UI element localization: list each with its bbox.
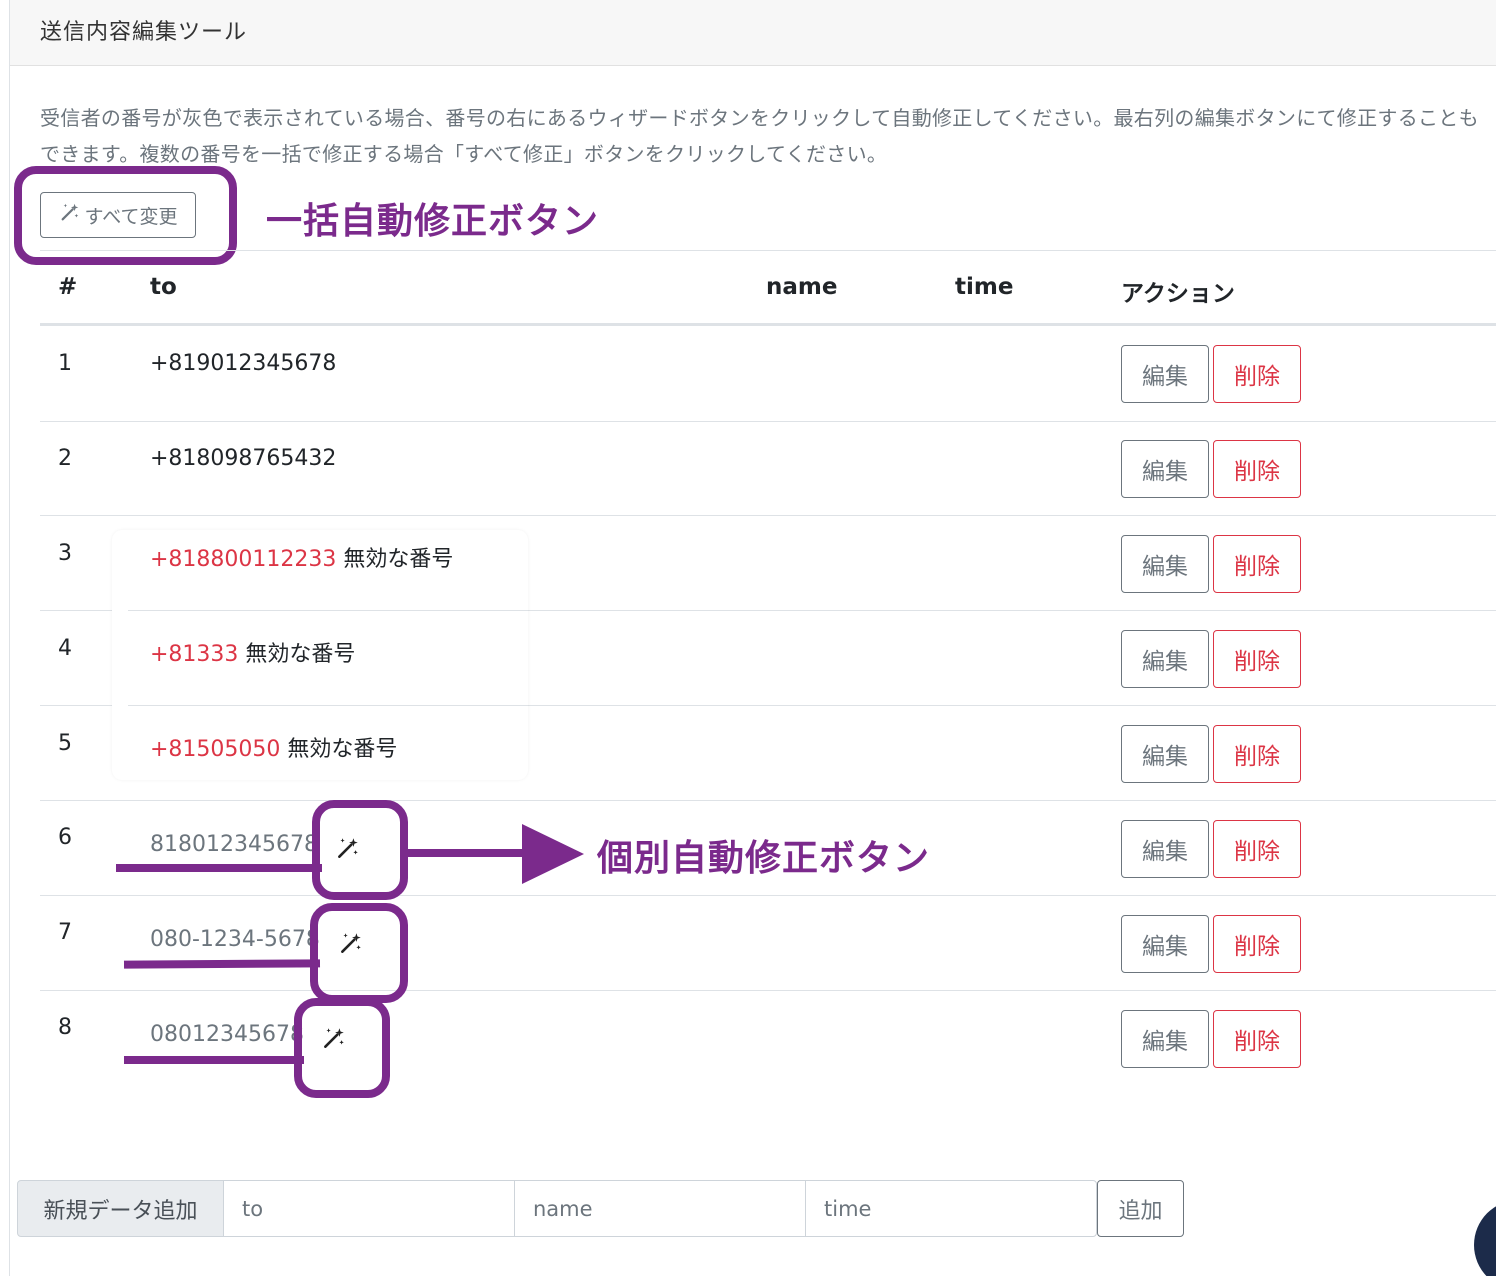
edit-button[interactable]: 編集 bbox=[1121, 440, 1209, 498]
row-number: 2 bbox=[58, 446, 72, 471]
popover-divider bbox=[128, 610, 528, 611]
table-header-border bbox=[40, 323, 1496, 326]
row-number: 8 bbox=[58, 1015, 72, 1040]
annotation-arrow-line bbox=[404, 849, 528, 857]
row-number: 3 bbox=[58, 541, 72, 566]
add-data-label: 新規データ追加 bbox=[17, 1180, 224, 1237]
row-to: +818098765432 bbox=[150, 446, 337, 471]
invalid-number: +81505050 bbox=[150, 737, 281, 762]
popover-divider bbox=[128, 705, 528, 706]
card-title: 送信内容編集ツール bbox=[40, 20, 248, 45]
delete-button[interactable]: 削除 bbox=[1213, 915, 1301, 973]
row-to: +819012345678 bbox=[150, 351, 337, 376]
wand-annotation-box bbox=[310, 903, 408, 1003]
to-input[interactable] bbox=[223, 1180, 515, 1237]
table-top-border bbox=[40, 250, 1496, 251]
delete-button[interactable]: 削除 bbox=[1213, 535, 1301, 593]
row-divider bbox=[40, 895, 1496, 896]
edit-button[interactable]: 編集 bbox=[1121, 725, 1209, 783]
header-action: アクション bbox=[1121, 281, 1235, 307]
bulk-annotation-label: 一括自動修正ボタン bbox=[266, 201, 600, 242]
row-divider bbox=[40, 421, 1496, 422]
row-divider bbox=[40, 515, 1496, 516]
edit-button[interactable]: 編集 bbox=[1121, 535, 1209, 593]
invalid-number: +818800112233 bbox=[150, 547, 337, 572]
wand-annotation-box bbox=[294, 998, 390, 1098]
wand-annotation-box bbox=[312, 800, 408, 900]
edit-button[interactable]: 編集 bbox=[1121, 630, 1209, 688]
row-number: 6 bbox=[58, 825, 72, 850]
row-number: 4 bbox=[58, 636, 72, 661]
row-to: 818012345678 bbox=[150, 832, 318, 857]
invalid-note: 無効な番号 bbox=[245, 642, 356, 667]
row-number: 7 bbox=[58, 920, 72, 945]
page-left-border bbox=[9, 0, 10, 1276]
individual-annotation-label: 個別自動修正ボタン bbox=[597, 838, 931, 879]
header-time: time bbox=[955, 274, 1014, 300]
invalid-note: 無効な番号 bbox=[343, 547, 454, 572]
card-header: 送信内容編集ツール bbox=[10, 0, 1496, 66]
row-to: +818800112233 無効な番号 bbox=[150, 541, 453, 573]
delete-button[interactable]: 削除 bbox=[1213, 820, 1301, 878]
delete-button[interactable]: 削除 bbox=[1213, 630, 1301, 688]
name-input[interactable] bbox=[514, 1180, 806, 1237]
instructions-text: 受信者の番号が灰色で表示されている場合、番号の右にあるウィザードボタンをクリック… bbox=[40, 106, 1479, 166]
annotation-underline bbox=[124, 1056, 304, 1064]
edit-button[interactable]: 編集 bbox=[1121, 345, 1209, 403]
row-to: +81505050 無効な番号 bbox=[150, 731, 397, 763]
row-number: 1 bbox=[58, 351, 72, 376]
row-number: 5 bbox=[58, 731, 72, 756]
delete-button[interactable]: 削除 bbox=[1213, 725, 1301, 783]
annotation-underline bbox=[123, 959, 321, 969]
add-button[interactable]: 追加 bbox=[1097, 1180, 1184, 1237]
edit-button[interactable]: 編集 bbox=[1121, 915, 1209, 973]
edit-button[interactable]: 編集 bbox=[1121, 1010, 1209, 1068]
row-to: +81333 無効な番号 bbox=[150, 636, 355, 668]
header-name: name bbox=[766, 274, 838, 300]
time-input[interactable] bbox=[805, 1180, 1097, 1237]
row-divider bbox=[40, 990, 1496, 991]
header-num: # bbox=[58, 274, 78, 300]
delete-button[interactable]: 削除 bbox=[1213, 440, 1301, 498]
row-to: 08012345678 bbox=[150, 1022, 304, 1047]
invalid-note: 無効な番号 bbox=[287, 737, 398, 762]
row-to: 080-1234-5678 bbox=[150, 927, 320, 952]
delete-button[interactable]: 削除 bbox=[1213, 1010, 1301, 1068]
row-divider bbox=[40, 800, 1496, 801]
invalid-number: +81333 bbox=[150, 642, 239, 667]
delete-button[interactable]: 削除 bbox=[1213, 345, 1301, 403]
annotation-underline bbox=[116, 864, 322, 872]
chat-widget-button[interactable] bbox=[1474, 1200, 1496, 1276]
annotation-arrow-head bbox=[522, 824, 584, 884]
edit-button[interactable]: 編集 bbox=[1121, 820, 1209, 878]
header-to: to bbox=[150, 274, 177, 300]
